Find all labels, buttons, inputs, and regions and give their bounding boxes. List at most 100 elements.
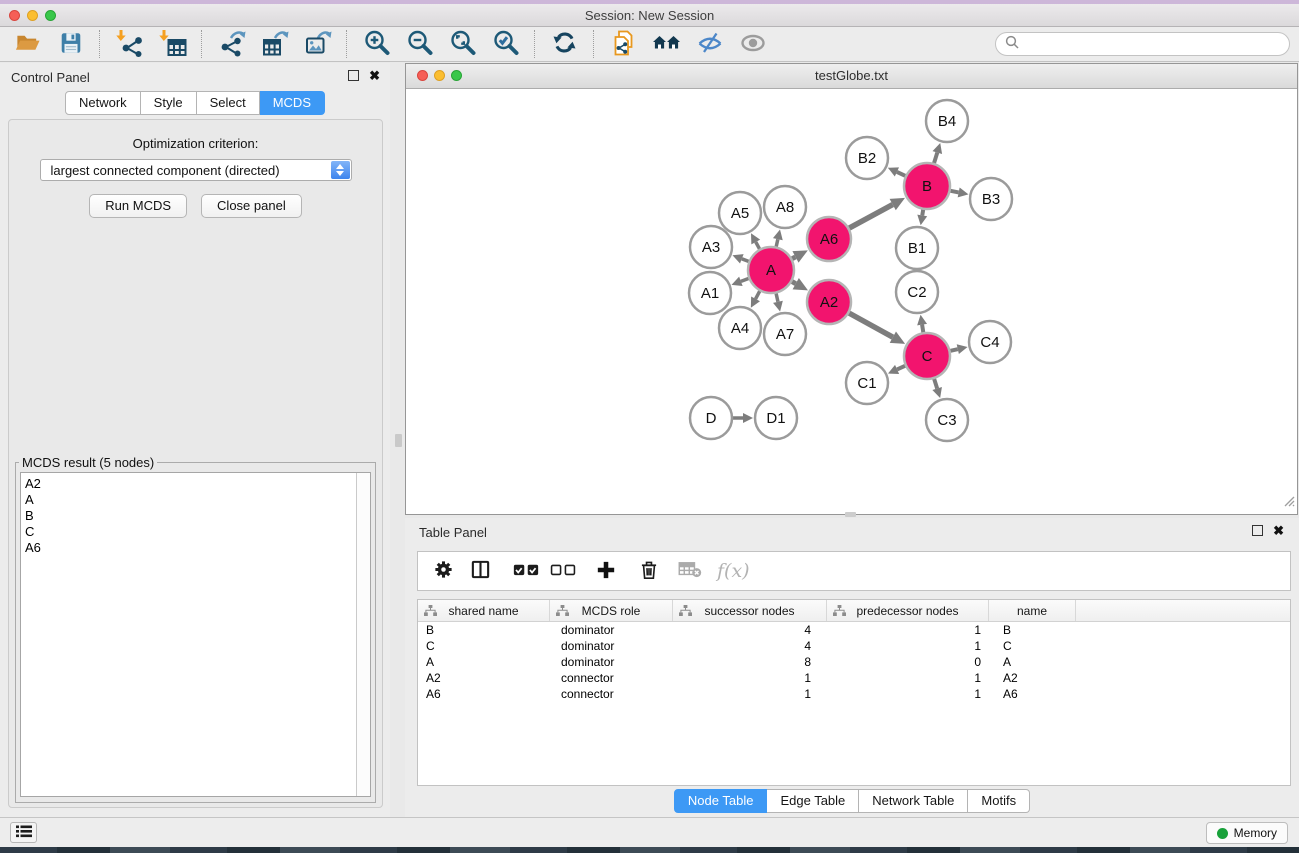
select-all-button[interactable] <box>510 556 541 586</box>
graph-edge[interactable] <box>897 366 905 370</box>
tree-sort-icon <box>556 605 569 619</box>
table-cell: A6 <box>418 687 550 701</box>
hide-selected-button[interactable] <box>688 28 731 60</box>
network-window-titlebar[interactable]: testGlobe.txt <box>406 64 1297 89</box>
close-panel-button[interactable]: Close panel <box>201 194 302 218</box>
table-panel: Table Panel ✖ f(x) <box>405 518 1299 817</box>
graph-edge[interactable] <box>849 313 893 337</box>
float-panel-icon[interactable] <box>348 70 359 81</box>
zoom-in-button[interactable] <box>355 28 398 60</box>
graph-edge[interactable] <box>934 379 937 389</box>
result-list-item[interactable]: A2 <box>25 476 370 492</box>
optimization-criterion-dropdown[interactable]: largest connected component (directed) <box>40 159 352 181</box>
graph-edge[interactable] <box>922 325 923 333</box>
export-table-button[interactable] <box>253 28 296 60</box>
zoom-selected-button[interactable] <box>484 28 527 60</box>
new-network-from-selection-button[interactable] <box>602 28 645 60</box>
tab-network-table[interactable]: Network Table <box>859 789 968 813</box>
graph-node-label: D1 <box>766 410 785 427</box>
home-button[interactable] <box>645 28 688 60</box>
refresh-network-button[interactable] <box>543 28 586 60</box>
result-list-item[interactable]: A <box>25 492 370 508</box>
import-network-button[interactable] <box>108 28 151 60</box>
add-entry-button[interactable] <box>590 556 621 586</box>
search-field[interactable] <box>995 32 1290 56</box>
show-columns-button[interactable] <box>465 556 496 586</box>
mcds-result-list[interactable]: A2ABCA6 <box>20 472 371 797</box>
tree-sort-icon <box>833 605 846 619</box>
export-network-button[interactable] <box>210 28 253 60</box>
table-row[interactable]: A2connector11A2 <box>418 670 1290 686</box>
run-mcds-button[interactable]: Run MCDS <box>89 194 187 218</box>
column-header-name[interactable]: name <box>989 600 1076 621</box>
table-cell: dominator <box>550 655 673 669</box>
table-row[interactable]: Adominator80A <box>418 654 1290 670</box>
close-panel-icon[interactable]: ✖ <box>369 70 380 81</box>
zoom-out-icon <box>406 29 434 60</box>
tab-network[interactable]: Network <box>65 91 141 115</box>
graph-edge[interactable] <box>951 191 959 193</box>
graph-edge[interactable] <box>756 291 760 299</box>
graph-edge[interactable] <box>756 242 760 249</box>
graph-edge[interactable] <box>950 349 957 351</box>
eye-slash-icon <box>696 29 724 60</box>
zoom-fit-button[interactable] <box>441 28 484 60</box>
memory-button[interactable]: Memory <box>1206 822 1288 844</box>
network-canvas[interactable]: B4B2BB3A8A5A6A3B1AA1C2A2A4A7C4CC1C3DD1 <box>406 89 1297 515</box>
graph-edge-arrowhead <box>743 413 753 423</box>
close-panel-icon[interactable]: ✖ <box>1273 525 1284 536</box>
horizontal-split-handle[interactable] <box>845 512 856 517</box>
resize-grip-icon[interactable] <box>1281 493 1295 512</box>
graph-edge[interactable] <box>742 259 749 262</box>
vertical-split-handle[interactable] <box>395 434 402 447</box>
task-history-button[interactable] <box>10 822 37 843</box>
delete-entry-button[interactable] <box>633 556 664 586</box>
graph-edge[interactable] <box>792 257 795 259</box>
table-row[interactable]: Cdominator41C <box>418 638 1290 654</box>
tab-edge-table[interactable]: Edge Table <box>767 789 859 813</box>
result-list-scrollbar[interactable] <box>356 473 370 796</box>
graph-edge[interactable] <box>934 153 937 164</box>
tab-node-table[interactable]: Node Table <box>674 789 768 813</box>
tab-select[interactable]: Select <box>197 91 260 115</box>
table-settings-button[interactable] <box>428 556 459 586</box>
result-list-item[interactable]: A6 <box>25 540 370 556</box>
memory-status-icon <box>1217 828 1228 839</box>
delete-table-button[interactable] <box>674 556 705 586</box>
column-header-predecessor-nodes[interactable]: predecessor nodes <box>827 600 989 621</box>
table-row[interactable]: Bdominator41B <box>418 622 1290 638</box>
search-input[interactable] <box>1025 36 1289 53</box>
deselect-all-button[interactable] <box>547 556 578 586</box>
column-header-successor-nodes[interactable]: successor nodes <box>673 600 827 621</box>
column-header-shared-name[interactable]: shared name <box>418 600 550 621</box>
open-file-button[interactable] <box>6 28 49 60</box>
graph-node-label: B4 <box>938 113 956 130</box>
graph-edge[interactable] <box>922 210 923 216</box>
tab-mcds[interactable]: MCDS <box>260 91 325 115</box>
graph-edge[interactable] <box>792 282 796 284</box>
tree-sort-icon <box>424 605 437 619</box>
column-header-mcds-role[interactable]: MCDS role <box>550 600 673 621</box>
float-panel-icon[interactable] <box>1252 525 1263 536</box>
function-builder-icon[interactable]: f(x) <box>717 560 750 582</box>
graph-edge[interactable] <box>776 239 778 246</box>
save-session-button[interactable] <box>49 28 92 60</box>
tab-motifs[interactable]: Motifs <box>968 789 1030 813</box>
toolbar-separator <box>99 30 101 58</box>
graph-edge[interactable] <box>741 278 749 281</box>
graph-edge[interactable] <box>776 293 778 301</box>
export-image-button[interactable] <box>296 28 339 60</box>
result-list-item[interactable]: B <box>25 508 370 524</box>
tab-style[interactable]: Style <box>141 91 197 115</box>
table-row[interactable]: A6connector11A6 <box>418 686 1290 702</box>
dropdown-spinner-icon <box>331 161 350 179</box>
import-table-button[interactable] <box>151 28 194 60</box>
table-header-row: shared name MCDS role successor nodes pr… <box>418 600 1290 622</box>
graph-node-label: A4 <box>731 320 749 337</box>
result-list-item[interactable]: C <box>25 524 370 540</box>
open-folder-icon <box>14 29 41 59</box>
zoom-out-button[interactable] <box>398 28 441 60</box>
graph-edge[interactable] <box>897 172 905 176</box>
graph-edge[interactable] <box>849 205 892 229</box>
show-all-button[interactable] <box>731 28 774 60</box>
